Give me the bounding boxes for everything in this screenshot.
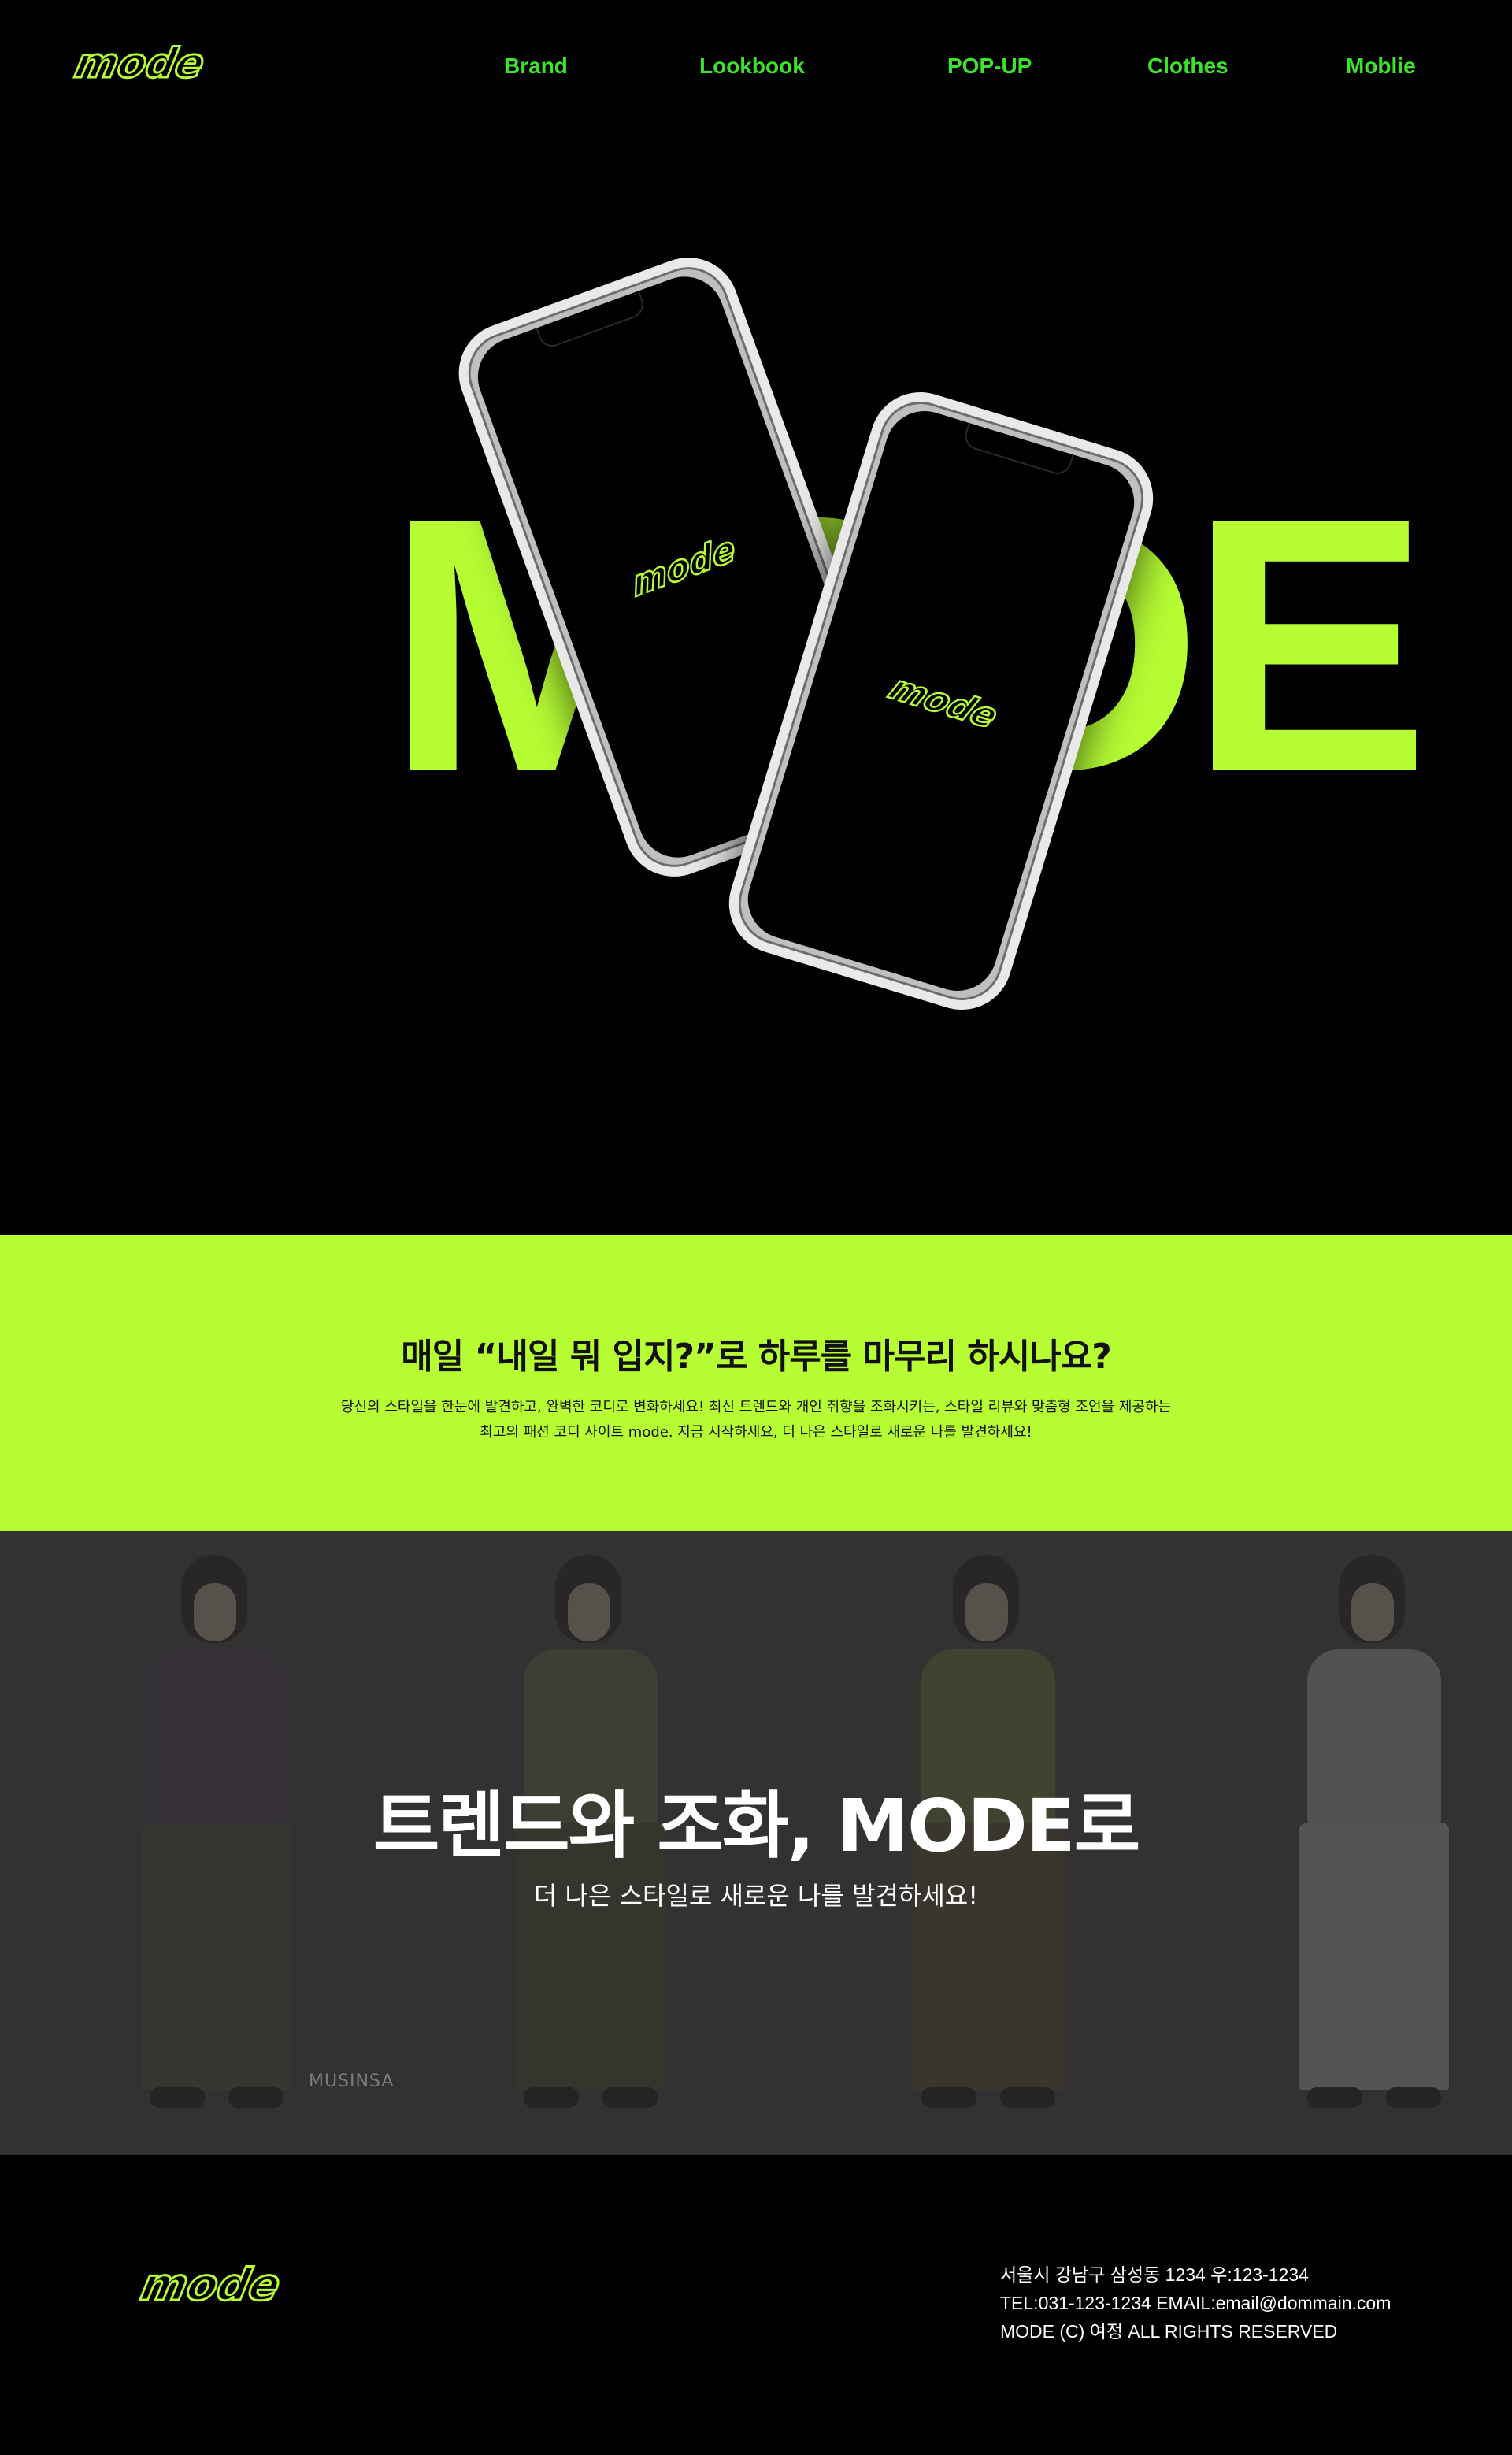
phone-logo-icon: mode <box>629 527 739 606</box>
intro-body: 당신의 스타일을 한눈에 발견하고, 완벽한 코디로 변화하세요! 최신 트렌드… <box>284 1395 1228 1445</box>
phone-notch <box>536 291 648 351</box>
footer-info: 서울시 강남구 삼성동 1234 우:123-1234 TEL:031-123-… <box>1000 2260 1391 2346</box>
intro-body-line-1: 당신의 스타일을 한눈에 발견하고, 완벽한 코디로 변화하세요! 최신 트렌드… <box>340 1399 1172 1415</box>
footer-logo[interactable]: mode <box>132 2249 282 2320</box>
nav-item-mobile[interactable]: Moblie <box>1346 54 1416 79</box>
footer-address: 서울시 강남구 삼성동 1234 우:123-1234 <box>1000 2264 1309 2285</box>
trend-banner: MUSINSA 트렌드와 조화, MODE로 더 나은 스타일로 새로운 나를 … <box>0 1531 1512 2155</box>
nav-item-popup[interactable]: POP-UP <box>947 54 1032 79</box>
site-header: mode Brand Lookbook POP-UP Clothes Mobli… <box>0 0 1512 142</box>
nav-item-lookbook[interactable]: Lookbook <box>699 54 805 79</box>
phone-logo-icon: mode <box>881 668 1006 737</box>
phone-logo-text: mode <box>882 669 1005 736</box>
nav-item-brand[interactable]: Brand <box>504 54 568 79</box>
intro-title: 매일 “내일 뭐 입지?”로 하루를 마무리 하시나요? <box>401 1337 1111 1377</box>
intro-body-line-2: 최고의 패션 코디 사이트 mode. 지금 시작하세요, 더 나은 스타일로 … <box>480 1424 1032 1441</box>
footer-logo-text: mode <box>136 2260 282 2311</box>
banner-subtitle: 더 나은 스타일로 새로운 나를 발견하세요! <box>533 1881 979 1911</box>
main-nav: Brand Lookbook POP-UP Clothes Moblie <box>0 54 1512 85</box>
phone-notch <box>962 422 1074 478</box>
footer-contact: TEL:031-123-1234 EMAIL:email@dommain.com <box>1000 2293 1392 2313</box>
intro-section: 매일 “내일 뭐 입지?”로 하루를 마무리 하시나요? 당신의 스타일을 한눈… <box>0 1235 1512 1531</box>
phone-logo-text: mode <box>630 528 737 605</box>
nav-item-clothes[interactable]: Clothes <box>1147 54 1228 79</box>
site-footer: mode 서울시 강남구 삼성동 1234 우:123-1234 TEL:031… <box>0 2155 1512 2455</box>
hero-section: MODE mode mode <box>0 0 1512 1235</box>
footer-copyright: MODE (C) 여정 ALL RIGHTS RESERVED <box>1000 2321 1338 2342</box>
banner-title: 트렌드와 조화, MODE로 <box>372 1784 1140 1868</box>
image-watermark: MUSINSA <box>309 2071 395 2091</box>
